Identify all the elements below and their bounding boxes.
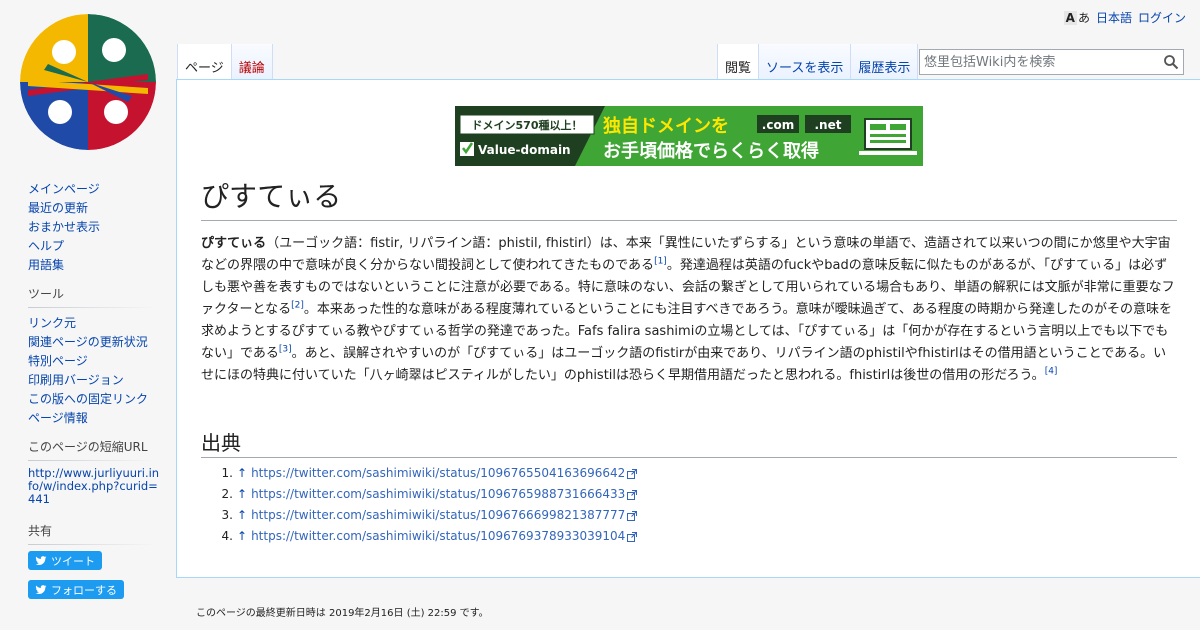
language-icon-a: A xyxy=(1063,10,1077,25)
language-icon[interactable]: Aあ xyxy=(1063,9,1090,26)
references-list: 1. ↑ https://twitter.com/sashimiwiki/statu… xyxy=(201,463,638,547)
banner-tld-net: .net xyxy=(815,118,842,132)
banner-headline: 独自ドメインを xyxy=(603,115,729,137)
sidebar-nav-item: メインページ xyxy=(28,180,176,199)
citation: [2] xyxy=(291,301,304,311)
back-to-citation-link[interactable]: ↑ xyxy=(237,505,247,526)
sidebar-tool-link[interactable]: この版への固定リンク xyxy=(28,392,148,406)
sidebar-navigation: メインページ 最近の更新おまかせ表示 ヘルプ用語集 xyxy=(0,180,176,275)
reference-link[interactable]: https://twitter.com/sashimiwiki/status/1… xyxy=(251,505,625,526)
sidebar-share: 共有 ツイート フォローする xyxy=(0,522,176,609)
sidebar-tool-item: リンク元 xyxy=(28,314,176,333)
sidebar-tool-link[interactable]: ページ情報 xyxy=(28,411,88,425)
reference-item: 4. ↑ https://twitter.com/sashimiwiki/statu… xyxy=(201,526,638,547)
article-body: ぴすてぃる（ユーゴック語：fistir, リパライン語：phistil, fhi… xyxy=(201,233,1177,387)
sidebar-nav-link[interactable]: 最近の更新 xyxy=(28,201,88,215)
tweet-button[interactable]: ツイート xyxy=(28,551,102,570)
tab-view-source[interactable]: ソースを表示 xyxy=(759,44,852,80)
language-link[interactable]: 日本語 xyxy=(1096,9,1132,26)
shorturl-heading: このページの短縮URL xyxy=(28,438,156,461)
reference-number: 3. xyxy=(221,508,233,522)
content-area: ドメイン570種以上！ Value-domain 独自ドメインを .com .n… xyxy=(176,79,1200,578)
ad-banner[interactable]: ドメイン570種以上！ Value-domain 独自ドメインを .com .n… xyxy=(455,106,923,166)
sidebar-tool-item: 印刷用バージョン xyxy=(28,371,176,390)
follow-button[interactable]: フォローする xyxy=(28,580,124,599)
sidebar-tool-item: 特別ページ xyxy=(28,352,176,371)
reference-link[interactable]: https://twitter.com/sashimiwiki/status/1… xyxy=(251,484,625,505)
sidebar-tool-item: この版への固定リンク xyxy=(28,390,176,409)
sidebar-tool-link[interactable]: 特別ページ xyxy=(28,354,88,368)
twitter-bird-icon xyxy=(35,555,47,565)
sidebar-tool-item: 関連ページの更新状況 xyxy=(28,333,176,352)
references-heading: 出典 xyxy=(201,429,1177,458)
citation-link[interactable]: [4] xyxy=(1045,367,1058,377)
tab-history[interactable]: 履歴表示 xyxy=(851,44,919,80)
reference-number: 2. xyxy=(221,487,233,501)
sidebar-tool-link[interactable]: リンク元 xyxy=(28,316,76,330)
tweet-label: ツイート xyxy=(51,554,95,568)
sidebar-tool-link[interactable]: 関連ページの更新状況 xyxy=(28,335,148,349)
back-to-citation-link[interactable]: ↑ xyxy=(237,463,247,484)
search-box xyxy=(919,49,1184,75)
sidebar-nav-item: おまかせ表示 xyxy=(28,218,176,237)
follow-label: フォローする xyxy=(51,583,117,597)
banner-brand: Value-domain xyxy=(478,143,571,157)
twitter-bird-icon xyxy=(35,584,47,594)
sidebar-nav-link[interactable]: おまかせ表示 xyxy=(28,220,100,234)
article-text: 。あと、誤解されやすいのが「ぴすてぃる」はユーゴック語のfistirが由来であり… xyxy=(201,346,1167,383)
external-link-icon xyxy=(627,468,638,479)
site-logo[interactable] xyxy=(18,12,158,152)
banner-tld-com: .com xyxy=(762,118,794,132)
sidebar-nav-item: 最近の更新 xyxy=(28,199,176,218)
reference-item: 1. ↑ https://twitter.com/sashimiwiki/statu… xyxy=(201,463,638,484)
article-term: ぴすてぃる xyxy=(201,236,267,251)
reference-item: 2. ↑ https://twitter.com/sashimiwiki/statu… xyxy=(201,484,638,505)
shorturl-link[interactable]: http://www.jurliyuuri.info/w/index.php?c… xyxy=(28,467,160,506)
back-to-citation-link[interactable]: ↑ xyxy=(237,484,247,505)
external-link-icon xyxy=(627,531,638,542)
search-input[interactable] xyxy=(920,50,1160,74)
namespace-tabs: ページ 議論 xyxy=(177,44,273,80)
external-link-icon xyxy=(627,510,638,521)
reference-number: 1. xyxy=(221,466,233,480)
view-tabs: 閲覧 ソースを表示 履歴表示 xyxy=(717,44,919,80)
sidebar-tool-item: ページ情報 xyxy=(28,409,176,428)
citation-link[interactable]: [3] xyxy=(279,345,292,355)
search-icon[interactable] xyxy=(1163,54,1179,70)
reference-item: 3. ↑ https://twitter.com/sashimiwiki/statu… xyxy=(201,505,638,526)
sidebar-nav-item: 用語集 xyxy=(28,256,176,275)
share-heading: 共有 xyxy=(28,522,156,545)
footer-lastmod: このページの最終更新日時は 2019年2月16日 (土) 22:59 です。 xyxy=(196,608,489,619)
language-icon-b: あ xyxy=(1077,11,1090,25)
citation: [3] xyxy=(279,345,292,355)
citation-link[interactable]: [2] xyxy=(291,301,304,311)
back-to-citation-link[interactable]: ↑ xyxy=(237,526,247,547)
citation: [4] xyxy=(1045,367,1058,377)
tools-heading: ツール xyxy=(28,285,156,308)
sidebar-tools: ツール リンク元関連ページの更新状況 特別ページ印刷用バージョンこの版への固定リン… xyxy=(0,285,176,428)
login-link[interactable]: ログイン xyxy=(1138,9,1186,26)
sidebar-nav-item: ヘルプ xyxy=(28,237,176,256)
tab-page[interactable]: ページ xyxy=(177,44,232,80)
personal-tools: Aあ 日本語 ログイン xyxy=(1063,9,1186,26)
banner-badge: ドメイン570種以上！ xyxy=(472,118,583,132)
page-title: ぴすてぃる xyxy=(201,178,1177,221)
external-link-icon xyxy=(627,489,638,500)
banner-subline: お手頃価格でらくらく取得 xyxy=(603,140,819,162)
tab-read[interactable]: 閲覧 xyxy=(717,44,760,80)
citation-link[interactable]: [1] xyxy=(654,257,667,267)
reference-number: 4. xyxy=(221,529,233,543)
reference-link[interactable]: https://twitter.com/sashimiwiki/status/1… xyxy=(251,463,625,484)
sidebar-nav-link[interactable]: ヘルプ xyxy=(28,239,64,253)
sidebar-shorturl: このページの短縮URL http://www.jurliyuuri.info/w… xyxy=(0,438,176,506)
tab-talk[interactable]: 議論 xyxy=(231,44,273,80)
sidebar: メインページ 最近の更新おまかせ表示 ヘルプ用語集 ツール リンク元関連ページの更新… xyxy=(0,180,176,617)
reference-link[interactable]: https://twitter.com/sashimiwiki/status/1… xyxy=(251,526,625,547)
citation: [1] xyxy=(654,257,667,267)
sidebar-nav-link[interactable]: 用語集 xyxy=(28,258,64,272)
sidebar-nav-link[interactable]: メインページ xyxy=(28,182,100,196)
sidebar-tool-link[interactable]: 印刷用バージョン xyxy=(28,373,124,387)
